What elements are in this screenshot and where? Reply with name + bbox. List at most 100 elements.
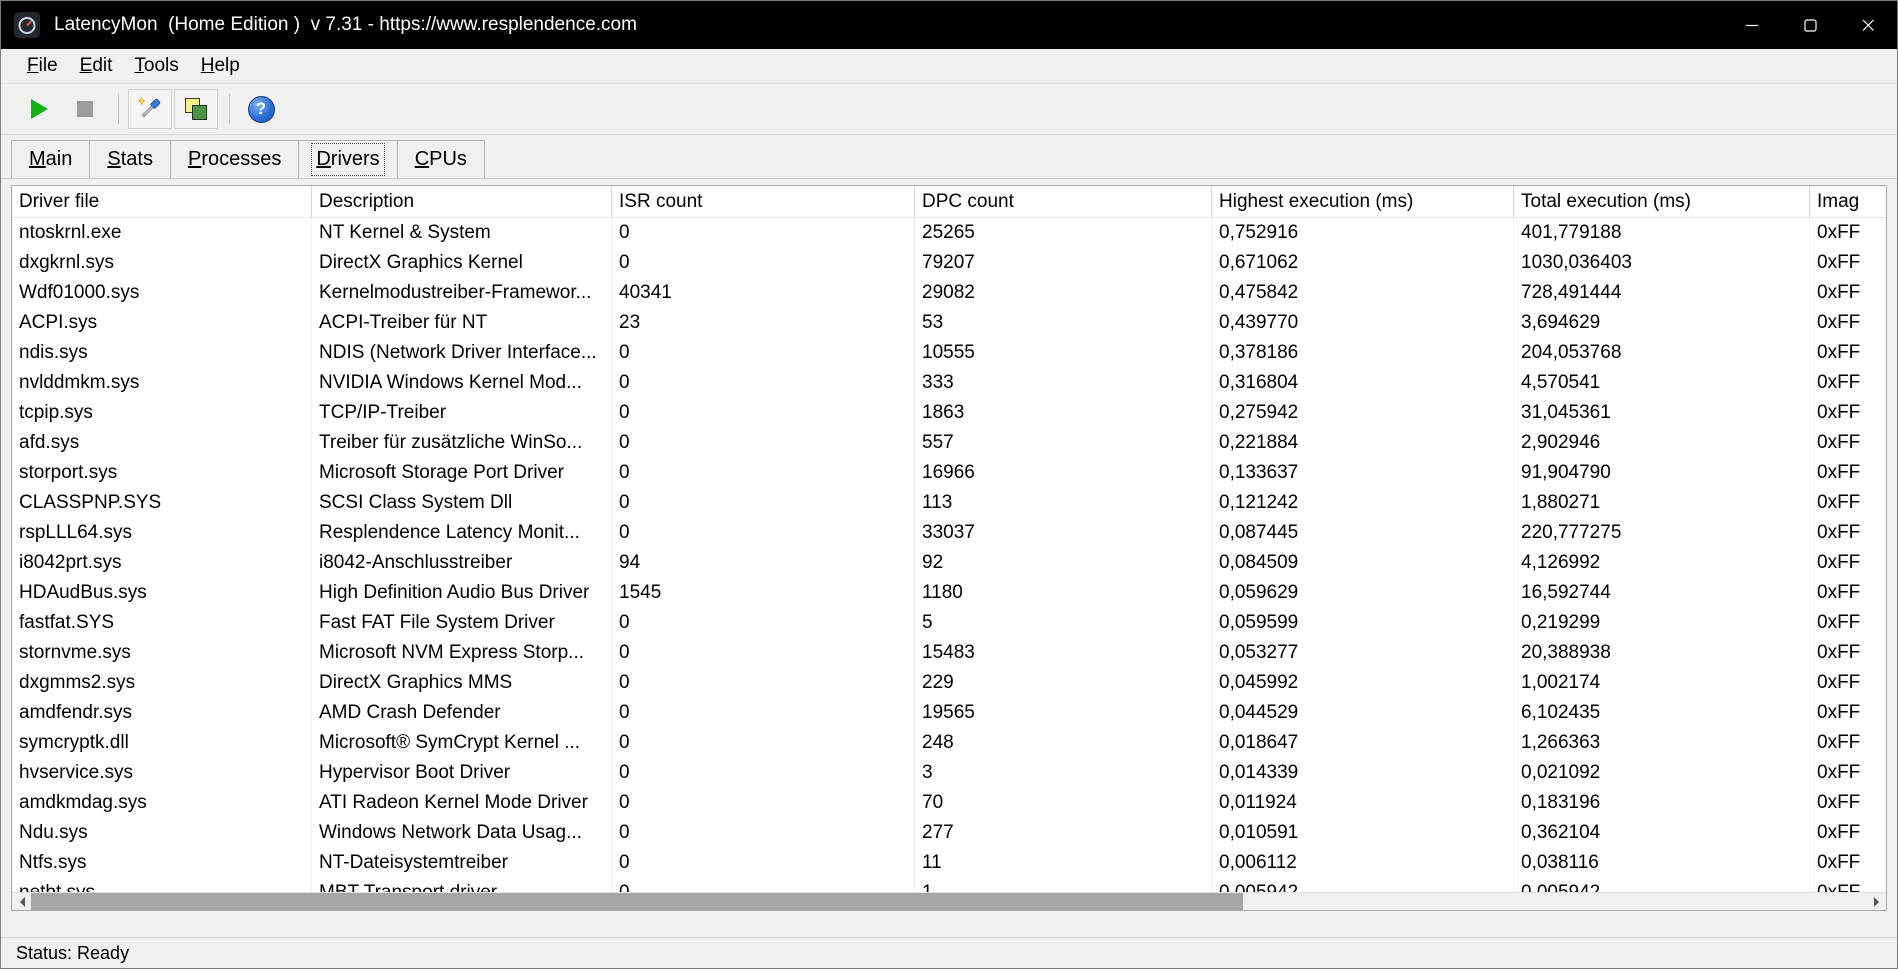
- cell-total-execution: 4,570541: [1514, 368, 1810, 398]
- cell-image-flags: 0xFF: [1810, 488, 1886, 518]
- cell-driver-file: amdkmdag.sys: [12, 788, 312, 818]
- copy-pages-icon: [182, 95, 210, 123]
- table-row[interactable]: i8042prt.sys i8042-Anschlusstreiber 94 9…: [12, 548, 1886, 578]
- cell-driver-file: i8042prt.sys: [12, 548, 312, 578]
- cell-image-flags: 0xFF: [1810, 398, 1886, 428]
- column-header-isr-count[interactable]: ISR count: [612, 186, 915, 218]
- cell-isr-count: 0: [612, 638, 915, 668]
- table-row[interactable]: Ndu.sys Windows Network Data Usag... 0 2…: [12, 818, 1886, 848]
- table-row[interactable]: ACPI.sys ACPI-Treiber für NT 23 53 0,439…: [12, 308, 1886, 338]
- column-header-total-execution[interactable]: Total execution (ms): [1514, 186, 1810, 218]
- cell-highest-execution: 0,010591: [1212, 818, 1514, 848]
- table-row[interactable]: HDAudBus.sys High Definition Audio Bus D…: [12, 578, 1886, 608]
- cell-description: Fast FAT File System Driver: [312, 608, 612, 638]
- cell-description: Resplendence Latency Monit...: [312, 518, 612, 548]
- horizontal-scrollbar[interactable]: [12, 892, 1886, 910]
- table-row[interactable]: dxgkrnl.sys DirectX Graphics Kernel 0 79…: [12, 248, 1886, 278]
- drivers-table: Driver file Description ISR count DPC co…: [11, 185, 1887, 911]
- table-row[interactable]: rspLLL64.sys Resplendence Latency Monit.…: [12, 518, 1886, 548]
- cell-driver-file: afd.sys: [12, 428, 312, 458]
- toolbar-separator: [229, 94, 230, 124]
- cell-dpc-count: 333: [915, 368, 1212, 398]
- cell-image-flags: 0xFF: [1810, 218, 1886, 248]
- scroll-left-arrow-icon[interactable]: [12, 893, 31, 910]
- latencymon-window: LatencyMon (Home Edition ) v 7.31 - http…: [0, 0, 1898, 969]
- menu-help[interactable]: Help: [190, 52, 251, 80]
- tab-drivers[interactable]: Drivers: [298, 140, 397, 178]
- tab-cpus[interactable]: CPUs: [397, 140, 485, 178]
- scrollbar-track[interactable]: [31, 893, 1867, 910]
- tab-stats[interactable]: Stats: [89, 140, 171, 178]
- cell-dpc-count: 248: [915, 728, 1212, 758]
- tab-main[interactable]: Main: [11, 140, 90, 178]
- table-row[interactable]: Wdf01000.sys Kernelmodustreiber-Framewor…: [12, 278, 1886, 308]
- cell-driver-file: nvlddmkm.sys: [12, 368, 312, 398]
- table-row[interactable]: tcpip.sys TCP/IP-Treiber 0 1863 0,275942…: [12, 398, 1886, 428]
- cell-highest-execution: 0,059599: [1212, 608, 1514, 638]
- column-header-dpc-count[interactable]: DPC count: [915, 186, 1212, 218]
- cell-image-flags: 0xFF: [1810, 578, 1886, 608]
- table-row[interactable]: dxgmms2.sys DirectX Graphics MMS 0 229 0…: [12, 668, 1886, 698]
- column-header-driver-file[interactable]: Driver file: [12, 186, 312, 218]
- table-row[interactable]: hvservice.sys Hypervisor Boot Driver 0 3…: [12, 758, 1886, 788]
- maximize-button[interactable]: [1781, 1, 1839, 49]
- cell-isr-count: 1545: [612, 578, 915, 608]
- column-header-highest-execution[interactable]: Highest execution (ms): [1212, 186, 1514, 218]
- cell-image-flags: 0xFF: [1810, 728, 1886, 758]
- cell-dpc-count: 70: [915, 788, 1212, 818]
- table-row[interactable]: symcryptk.dll Microsoft® SymCrypt Kernel…: [12, 728, 1886, 758]
- close-button[interactable]: [1839, 1, 1897, 49]
- cell-description: NT-Dateisystemtreiber: [312, 848, 612, 878]
- cell-driver-file: hvservice.sys: [12, 758, 312, 788]
- cell-total-execution: 401,779188: [1514, 218, 1810, 248]
- cell-description: NT Kernel & System: [312, 218, 612, 248]
- column-header-image-flags[interactable]: Imag: [1810, 186, 1886, 218]
- menu-file[interactable]: File: [16, 52, 69, 80]
- cell-description: DirectX Graphics MMS: [312, 668, 612, 698]
- app-icon: [14, 12, 40, 38]
- minimize-button[interactable]: [1723, 1, 1781, 49]
- cell-highest-execution: 0,378186: [1212, 338, 1514, 368]
- cell-image-flags: 0xFF: [1810, 848, 1886, 878]
- scrollbar-thumb[interactable]: [31, 893, 1243, 910]
- cell-dpc-count: 11: [915, 848, 1212, 878]
- cell-description: Microsoft® SymCrypt Kernel ...: [312, 728, 612, 758]
- help-button[interactable]: ?: [239, 89, 283, 129]
- table-row[interactable]: stornvme.sys Microsoft NVM Express Storp…: [12, 638, 1886, 668]
- cell-driver-file: ndis.sys: [12, 338, 312, 368]
- menu-edit[interactable]: Edit: [69, 52, 124, 80]
- cell-dpc-count: 10555: [915, 338, 1212, 368]
- stop-monitor-button[interactable]: [63, 89, 107, 129]
- copy-report-button[interactable]: [174, 89, 218, 129]
- cell-description: Microsoft Storage Port Driver: [312, 458, 612, 488]
- cell-highest-execution: 0,044529: [1212, 698, 1514, 728]
- scroll-right-arrow-icon[interactable]: [1867, 893, 1886, 910]
- table-row[interactable]: afd.sys Treiber für zusätzliche WinSo...…: [12, 428, 1886, 458]
- close-icon: [1856, 13, 1880, 37]
- cell-total-execution: 20,388938: [1514, 638, 1810, 668]
- table-row[interactable]: nvlddmkm.sys NVIDIA Windows Kernel Mod..…: [12, 368, 1886, 398]
- table-row[interactable]: amdfendr.sys AMD Crash Defender 0 19565 …: [12, 698, 1886, 728]
- column-header-description[interactable]: Description: [312, 186, 612, 218]
- start-monitor-button[interactable]: [17, 89, 61, 129]
- help-icon: ?: [248, 96, 275, 123]
- table-row[interactable]: ntoskrnl.exe NT Kernel & System 0 25265 …: [12, 218, 1886, 248]
- cell-highest-execution: 0,011924: [1212, 788, 1514, 818]
- table-row[interactable]: fastfat.SYS Fast FAT File System Driver …: [12, 608, 1886, 638]
- table-row[interactable]: Ntfs.sys NT-Dateisystemtreiber 0 11 0,00…: [12, 848, 1886, 878]
- cell-highest-execution: 0,275942: [1212, 398, 1514, 428]
- cell-total-execution: 1030,036403: [1514, 248, 1810, 278]
- tab-processes[interactable]: Processes: [170, 140, 299, 178]
- edit-options-button[interactable]: [128, 89, 172, 129]
- cell-driver-file: dxgkrnl.sys: [12, 248, 312, 278]
- cell-highest-execution: 0,084509: [1212, 548, 1514, 578]
- table-row[interactable]: ndis.sys NDIS (Network Driver Interface.…: [12, 338, 1886, 368]
- table-row[interactable]: amdkmdag.sys ATI Radeon Kernel Mode Driv…: [12, 788, 1886, 818]
- cell-isr-count: 0: [612, 248, 915, 278]
- table-row[interactable]: CLASSPNP.SYS SCSI Class System Dll 0 113…: [12, 488, 1886, 518]
- cell-image-flags: 0xFF: [1810, 308, 1886, 338]
- table-row[interactable]: storport.sys Microsoft Storage Port Driv…: [12, 458, 1886, 488]
- menu-tools[interactable]: Tools: [123, 52, 189, 80]
- cell-driver-file: HDAudBus.sys: [12, 578, 312, 608]
- cell-isr-count: 0: [612, 368, 915, 398]
